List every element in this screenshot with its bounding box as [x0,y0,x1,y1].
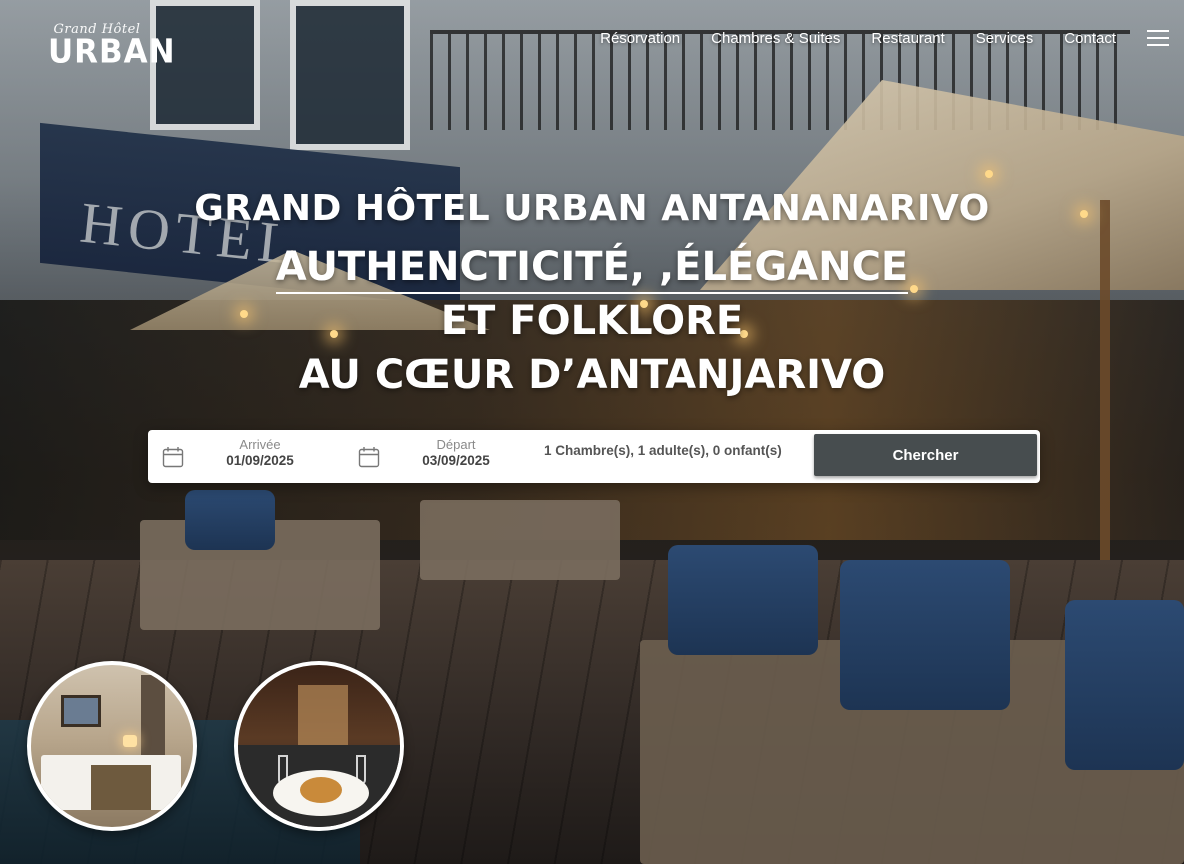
restaurant-doorway [298,685,348,745]
arrival-value: 01/09/2025 [226,453,294,468]
nav-item-restaurant[interactable]: Restaurant [871,30,944,47]
arrival-label: Arrivée [239,437,281,452]
nav-item-contact[interactable]: Contact [1064,30,1116,47]
blue-cushion [668,545,818,655]
patio-sofa [420,500,620,580]
blue-cushion [840,560,1010,710]
booking-bar: Arrivée 01/09/2025 Départ 03/09/2025 1 C… [148,430,1040,483]
hero-subtitle-line3: AU CŒUR D’ANTANJARIVO [298,352,886,398]
arrival-date-field[interactable]: Arrivée 01/09/2025 [162,430,332,483]
departure-date-field[interactable]: Départ 03/09/2025 [358,430,528,483]
hero-title: GRAND HÔTEL URBAN ANTANANARIVO [194,188,990,229]
building-window [290,0,410,150]
hamburger-menu-icon[interactable] [1147,30,1169,48]
nav-item-reservation[interactable]: Résorvation [600,30,680,47]
main-nav: Résorvation Chambres & Suites Restaurant… [600,30,1116,47]
bedside-lamp [123,735,137,747]
hero-subtitle-line2: ET FOLKLORE [440,298,744,344]
blue-cushion [185,490,275,550]
string-light [985,170,993,178]
logo-main-text: URBAN [48,33,176,71]
arrival-date-text: Arrivée 01/09/2025 [200,437,320,468]
food-dish [300,777,342,803]
calendar-icon [162,447,184,468]
restaurant-thumbnail[interactable] [234,661,404,831]
room-thumbnail[interactable] [27,661,197,831]
nav-item-services[interactable]: Services [976,30,1034,47]
hero-subtitle-line1: AUTHENCTICITÉ, ,ÉLÉGANCE [0,244,1184,294]
bed-runner [91,765,151,810]
search-button[interactable]: Chercher [814,434,1037,476]
departure-date-text: Départ 03/09/2025 [396,437,516,468]
hero-subtitle-underlined: AUTHENCTICITÉ, ,ÉLÉGANCE [275,244,909,294]
blue-cushion [1065,600,1184,770]
curtain [141,675,165,765]
guests-selector[interactable]: 1 Chambre(s), 1 adulte(s), 0 onfant(s) [544,443,782,458]
calendar-icon [358,447,380,468]
nav-item-rooms-suites[interactable]: Chambres & Suites [711,30,840,47]
departure-label: Départ [436,437,476,452]
wall-painting [61,695,101,727]
hotel-logo[interactable]: Grand Hôtel URBAN [48,22,176,71]
departure-value: 03/09/2025 [422,453,490,468]
